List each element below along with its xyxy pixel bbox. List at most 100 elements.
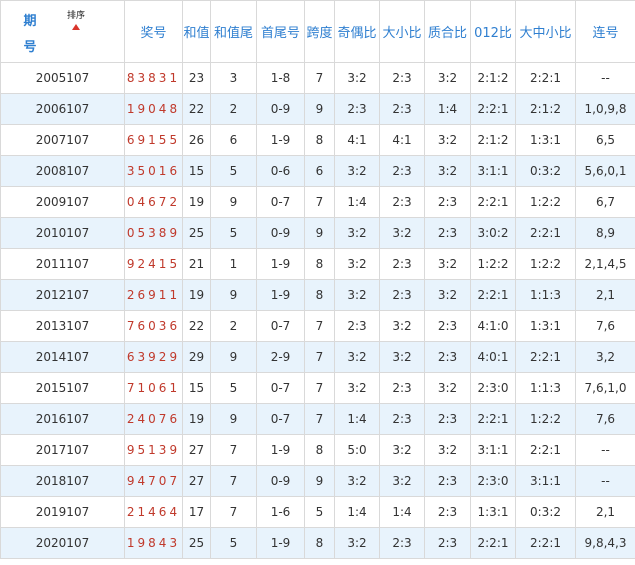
- header-row: 期号 排序 奖号 和值 和值尾 首尾号 跨度 奇偶比 大小比 质合比 012比 …: [0, 0, 635, 63]
- cell-prime-composite: 3:2: [424, 434, 471, 466]
- cell-consecutive: 6,5: [575, 124, 635, 156]
- cell-big-small: 2:3: [379, 186, 425, 218]
- cell-sum-tail: 9: [210, 279, 257, 311]
- cell-number: 19843: [124, 527, 183, 559]
- cell-odd-even: 3:2: [334, 279, 380, 311]
- table-row: 2018107 94707 27 7 0-9 9 3:2 3:2 2:3 2:3:0 3:1:1 --: [0, 465, 635, 497]
- cell-number: 71061: [124, 372, 183, 404]
- cell-big-small: 2:3: [379, 279, 425, 311]
- cell-sum-tail: 7: [210, 465, 257, 497]
- cell-period: 2013107: [0, 310, 125, 342]
- cell-big-mid-small: 1:1:3: [515, 372, 576, 404]
- cell-012: 2:3:0: [470, 372, 516, 404]
- cell-span: 8: [304, 527, 335, 559]
- cell-012: 2:3:0: [470, 465, 516, 497]
- cell-consecutive: 3,2: [575, 341, 635, 373]
- cell-sum: 29: [182, 341, 211, 373]
- cell-sum: 21: [182, 248, 211, 280]
- table-row: 2005107 83831 23 3 1-8 7 3:2 2:3 3:2 2:1:2 2:2:1 --: [0, 62, 635, 94]
- table-row: 2013107 76036 22 2 0-7 7 2:3 3:2 2:3 4:1:0 1:3:1 7,…: [0, 310, 635, 342]
- cell-big-mid-small: 2:2:1: [515, 434, 576, 466]
- cell-odd-even: 2:3: [334, 93, 380, 125]
- cell-span: 7: [304, 310, 335, 342]
- cell-head-tail: 0-7: [256, 186, 305, 218]
- cell-head-tail: 1-9: [256, 434, 305, 466]
- column-header-prime-composite: 质合比: [424, 0, 471, 63]
- cell-prime-composite: 3:2: [424, 62, 471, 94]
- cell-head-tail: 1-9: [256, 279, 305, 311]
- sort-label: 排序: [67, 11, 86, 21]
- cell-sum-tail: 7: [210, 434, 257, 466]
- cell-big-mid-small: 0:3:2: [515, 496, 576, 528]
- cell-sum: 27: [182, 434, 211, 466]
- cell-big-mid-small: 1:3:1: [515, 124, 576, 156]
- cell-number: 63929: [124, 341, 183, 373]
- cell-sum-tail: 5: [210, 217, 257, 249]
- cell-sum: 23: [182, 62, 211, 94]
- cell-big-mid-small: 2:2:1: [515, 341, 576, 373]
- sort-up-arrow-icon: [72, 24, 80, 30]
- cell-sum: 17: [182, 496, 211, 528]
- cell-span: 8: [304, 124, 335, 156]
- cell-sum-tail: 5: [210, 527, 257, 559]
- cell-prime-composite: 2:3: [424, 217, 471, 249]
- cell-head-tail: 0-9: [256, 93, 305, 125]
- column-header-span: 跨度: [304, 0, 335, 63]
- cell-prime-composite: 2:3: [424, 496, 471, 528]
- cell-span: 9: [304, 217, 335, 249]
- cell-sum: 25: [182, 217, 211, 249]
- cell-big-small: 3:2: [379, 465, 425, 497]
- cell-012: 1:2:2: [470, 248, 516, 280]
- cell-number: 83831: [124, 62, 183, 94]
- cell-period: 2008107: [0, 155, 125, 187]
- cell-consecutive: 8,9: [575, 217, 635, 249]
- cell-sum-tail: 9: [210, 186, 257, 218]
- cell-number: 35016: [124, 155, 183, 187]
- cell-head-tail: 0-7: [256, 372, 305, 404]
- cell-sum: 19: [182, 403, 211, 435]
- cell-odd-even: 4:1: [334, 124, 380, 156]
- cell-consecutive: 2,1: [575, 279, 635, 311]
- cell-big-small: 2:3: [379, 62, 425, 94]
- cell-big-small: 2:3: [379, 372, 425, 404]
- table-row: 2008107 35016 15 5 0-6 6 3:2 2:3 3:2 3:1:1 0:3:2 5,…: [0, 155, 635, 187]
- cell-consecutive: 2,1,4,5: [575, 248, 635, 280]
- table-row: 2015107 71061 15 5 0-7 7 3:2 2:3 3:2 2:3:0 1:1:3 7,…: [0, 372, 635, 404]
- cell-012: 2:2:1: [470, 527, 516, 559]
- cell-prime-composite: 3:2: [424, 155, 471, 187]
- cell-number: 94707: [124, 465, 183, 497]
- column-header-number: 奖号: [124, 0, 183, 63]
- cell-number: 19048: [124, 93, 183, 125]
- cell-period: 2005107: [0, 62, 125, 94]
- cell-head-tail: 0-7: [256, 310, 305, 342]
- cell-consecutive: 7,6: [575, 310, 635, 342]
- cell-number: 69155: [124, 124, 183, 156]
- cell-sum-tail: 2: [210, 93, 257, 125]
- column-header-012: 012比: [470, 0, 516, 63]
- cell-period: 2012107: [0, 279, 125, 311]
- cell-odd-even: 3:2: [334, 217, 380, 249]
- cell-sum-tail: 2: [210, 310, 257, 342]
- cell-period: 2017107: [0, 434, 125, 466]
- cell-number: 05389: [124, 217, 183, 249]
- table-row: 2016107 24076 19 9 0-7 7 1:4 2:3 2:3 2:2:1 1:2:2 7,…: [0, 403, 635, 435]
- cell-big-small: 2:3: [379, 527, 425, 559]
- cell-012: 4:1:0: [470, 310, 516, 342]
- cell-big-mid-small: 2:2:1: [515, 527, 576, 559]
- cell-012: 3:1:1: [470, 155, 516, 187]
- cell-number: 04672: [124, 186, 183, 218]
- cell-big-small: 1:4: [379, 496, 425, 528]
- cell-prime-composite: 2:3: [424, 341, 471, 373]
- cell-period: 2006107: [0, 93, 125, 125]
- cell-consecutive: --: [575, 434, 635, 466]
- cell-sum: 22: [182, 93, 211, 125]
- cell-sum-tail: 5: [210, 155, 257, 187]
- cell-head-tail: 1-6: [256, 496, 305, 528]
- cell-number: 92415: [124, 248, 183, 280]
- cell-consecutive: 6,7: [575, 186, 635, 218]
- cell-period: 2019107: [0, 496, 125, 528]
- cell-period: 2015107: [0, 372, 125, 404]
- table-row: 2014107 63929 29 9 2-9 7 3:2 3:2 2:3 4:0:1 2:2:1 3,…: [0, 341, 635, 373]
- cell-012: 4:0:1: [470, 341, 516, 373]
- sort-button[interactable]: 排序: [67, 11, 85, 30]
